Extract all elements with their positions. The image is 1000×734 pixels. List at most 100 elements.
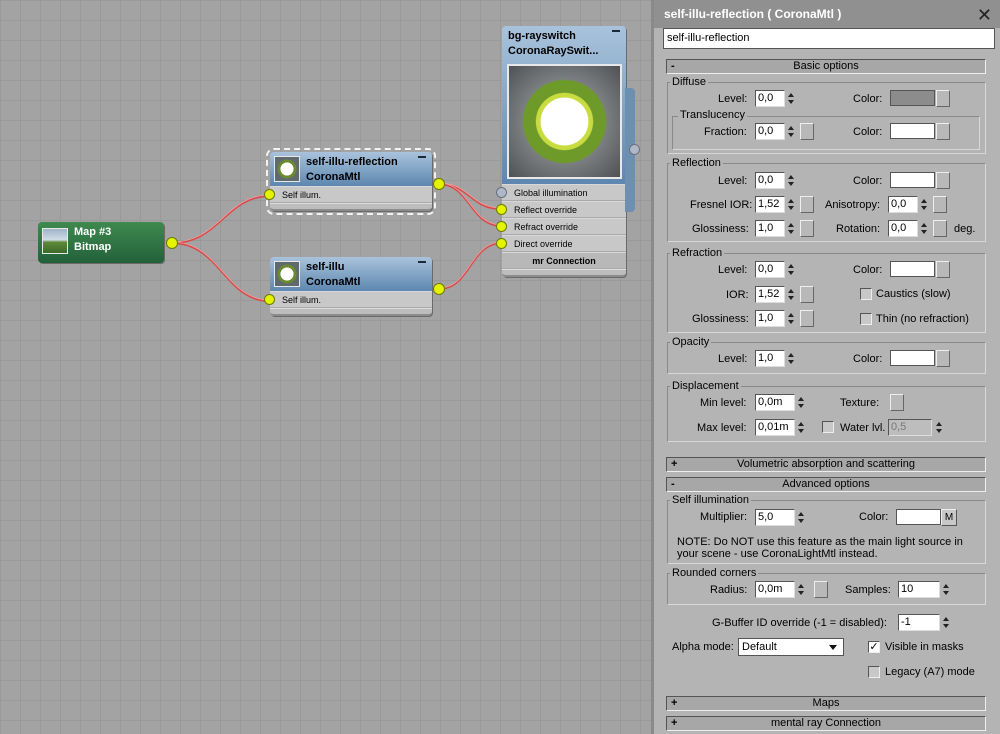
displacement-max-input[interactable]: 0,01m	[755, 419, 795, 436]
opacity-color-swatch[interactable]	[890, 350, 935, 366]
spinner-arrows[interactable]	[786, 172, 796, 189]
reflection-level-input[interactable]: 0,0	[755, 172, 785, 189]
node-rayswitch-header[interactable]: bg-rayswitch CoronaRaySwit...	[502, 26, 626, 184]
spinner-arrows[interactable]	[786, 123, 796, 140]
rotation-map-button[interactable]	[933, 220, 947, 237]
glossiness-map-button[interactable]	[800, 220, 814, 237]
rollout-maps[interactable]: + Maps	[666, 696, 986, 711]
spinner-arrows[interactable]	[919, 196, 929, 213]
refraction-glossiness-input[interactable]: 1,0	[755, 310, 785, 327]
minimize-icon[interactable]	[612, 30, 620, 32]
legacy-mode-checkbox[interactable]	[868, 666, 880, 678]
diffuse-color-swatch[interactable]	[890, 90, 935, 106]
spinner-arrows[interactable]	[786, 350, 796, 367]
spinner-arrows[interactable]	[941, 581, 951, 598]
spinner-arrows[interactable]	[796, 419, 806, 436]
input-socket[interactable]	[496, 238, 507, 249]
opacity-level-input[interactable]: 1,0	[755, 350, 785, 367]
reflection-color-swatch[interactable]	[890, 172, 935, 188]
refr-glossiness-map-button[interactable]	[800, 310, 814, 327]
material-name-field[interactable]: self-illu-reflection	[663, 28, 995, 49]
fresnel-map-button[interactable]	[800, 196, 814, 213]
reflection-glossiness-input[interactable]: 1,0	[755, 220, 785, 237]
minimize-icon[interactable]	[418, 156, 426, 158]
diffuse-level-input[interactable]: 0,0	[755, 90, 785, 107]
minimize-icon[interactable]	[418, 261, 426, 263]
node-bg-rayswitch[interactable]: bg-rayswitch CoronaRaySwit... Global ill…	[496, 26, 640, 277]
water-level-input[interactable]: 0,5	[888, 419, 932, 436]
visible-in-masks-checkbox[interactable]: ✓	[868, 641, 880, 653]
spinner-arrows[interactable]	[919, 220, 929, 237]
spinner-arrows[interactable]	[796, 509, 806, 526]
node-self-illu[interactable]: self-illu CoronaMtl Self illum.	[264, 257, 445, 316]
selfillu-output-socket[interactable]	[433, 283, 445, 295]
rollout-basic-options[interactable]: - Basic options	[666, 59, 986, 74]
self-illum-map-button[interactable]: M	[941, 509, 957, 526]
alpha-mode-dropdown[interactable]: Default	[738, 638, 844, 656]
translucency-map-button[interactable]	[936, 123, 950, 140]
close-icon[interactable]: ✕	[977, 1, 992, 29]
spinner-arrows[interactable]	[934, 419, 944, 436]
displacement-min-input[interactable]: 0,0m	[755, 394, 795, 411]
input-socket[interactable]	[264, 294, 275, 305]
node-self-illu-reflection[interactable]: self-illu-reflection CoronaMtl Self illu…	[264, 148, 445, 215]
refraction-map-button[interactable]	[936, 261, 950, 278]
bitmap-output-socket[interactable]	[166, 237, 178, 249]
input-socket[interactable]	[496, 221, 507, 232]
water-level-checkbox[interactable]	[822, 421, 834, 433]
spinner-arrows[interactable]	[786, 220, 796, 237]
spinner-arrows[interactable]	[786, 286, 796, 303]
translucency-fraction-input[interactable]: 0,0	[755, 123, 785, 140]
node-reflection-header[interactable]: self-illu-reflection CoronaMtl	[270, 152, 432, 186]
spinner-arrows[interactable]	[941, 614, 951, 631]
rounded-radius-input[interactable]: 0,0m	[755, 581, 795, 598]
thin-checkbox[interactable]	[860, 313, 872, 325]
slot-self-illum[interactable]: Self illum.	[264, 186, 432, 203]
rayswitch-output-socket[interactable]	[629, 144, 640, 155]
refraction-color-swatch[interactable]	[890, 261, 935, 277]
input-socket[interactable]	[496, 204, 507, 215]
node-footer	[270, 308, 432, 316]
rounded-samples-input[interactable]: 10	[898, 581, 940, 598]
displacement-texture-button[interactable]	[890, 394, 904, 411]
input-socket[interactable]	[496, 187, 507, 198]
spinner-arrows[interactable]	[786, 261, 796, 278]
reflection-output-socket[interactable]	[433, 178, 445, 190]
node-bitmap[interactable]: Map #3 Bitmap	[38, 222, 178, 263]
opacity-map-button[interactable]	[936, 350, 950, 367]
rotation-input[interactable]: 0,0	[888, 220, 918, 237]
ior-map-button[interactable]	[800, 286, 814, 303]
rollout-mental-ray[interactable]: + mental ray Connection	[666, 716, 986, 731]
slate-node-graph[interactable]: Map #3 Bitmap self-illu-reflection Coron…	[0, 0, 651, 734]
slot-direct-override[interactable]: Direct override	[496, 235, 626, 252]
spinner-arrows[interactable]	[796, 394, 806, 411]
refraction-level-input[interactable]: 0,0	[755, 261, 785, 278]
caustics-checkbox[interactable]	[860, 288, 872, 300]
spinner-arrows[interactable]	[786, 90, 796, 107]
refraction-ior-input[interactable]: 1,52	[755, 286, 785, 303]
fraction-map-button[interactable]	[800, 123, 814, 140]
rollout-volumetric[interactable]: + Volumetric absorption and scattering	[666, 457, 986, 472]
spinner-arrows[interactable]	[796, 581, 806, 598]
node-bitmap-header[interactable]: Map #3 Bitmap	[38, 222, 164, 263]
slot-global-illumination[interactable]: Global illumination	[496, 184, 626, 201]
anisotropy-input[interactable]: 0,0	[888, 196, 918, 213]
slot-self-illum[interactable]: Self illum.	[264, 291, 432, 308]
spinner-arrows[interactable]	[786, 310, 796, 327]
diffuse-map-button[interactable]	[936, 90, 950, 107]
radius-map-button[interactable]	[814, 581, 828, 598]
slot-mr-connection[interactable]: mr Connection	[502, 252, 626, 269]
node-selfillu-header[interactable]: self-illu CoronaMtl	[270, 257, 432, 291]
reflection-map-button[interactable]	[936, 172, 950, 189]
fresnel-ior-input[interactable]: 1,52	[755, 196, 785, 213]
gbuffer-id-input[interactable]: -1	[898, 614, 940, 631]
rollout-advanced-options[interactable]: - Advanced options	[666, 477, 986, 492]
translucency-color-swatch[interactable]	[890, 123, 935, 139]
spinner-arrows[interactable]	[786, 196, 796, 213]
slot-reflect-override[interactable]: Reflect override	[496, 201, 626, 218]
self-illum-color-swatch[interactable]	[896, 509, 941, 525]
self-illum-multiplier-input[interactable]: 5,0	[755, 509, 795, 526]
anisotropy-map-button[interactable]	[933, 196, 947, 213]
input-socket[interactable]	[264, 189, 275, 200]
slot-refract-override[interactable]: Refract override	[496, 218, 626, 235]
